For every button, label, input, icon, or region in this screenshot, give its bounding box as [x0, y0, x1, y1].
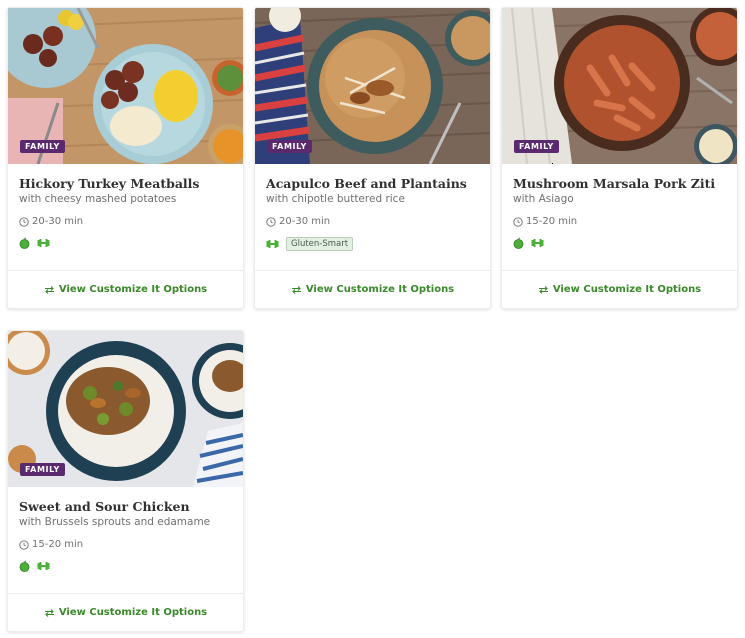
cook-time-label: 15-20 min	[526, 216, 578, 227]
clock-icon	[19, 216, 29, 227]
recipe-subtitle: with Asiago	[513, 193, 574, 205]
recipe-image[interactable]: FAMILY	[502, 8, 737, 164]
recipe-subtitle: with cheesy mashed potatoes	[19, 193, 177, 205]
apple-icon	[19, 560, 30, 572]
dumbbell-icon	[266, 240, 279, 248]
cook-time: 20-30 min	[266, 216, 479, 227]
clock-icon	[513, 216, 523, 227]
recipe-card[interactable]: FAMILY Hickory Turkey Meatballs with che…	[7, 7, 244, 309]
customize-options-link[interactable]: View Customize It Options	[502, 270, 737, 308]
cook-time: 20-30 min	[19, 216, 232, 227]
dumbbell-icon	[37, 562, 50, 570]
family-badge: FAMILY	[20, 140, 65, 153]
recipe-title[interactable]: Hickory Turkey Meatballs	[19, 176, 232, 192]
customize-options-label: View Customize It Options	[58, 284, 208, 295]
swap-arrows-icon	[44, 608, 54, 617]
recipe-card[interactable]: FAMILY Sweet and Sour Chicken with Bruss…	[7, 330, 244, 632]
recipe-title[interactable]: Acapulco Beef and Plantains	[266, 176, 479, 192]
recipe-title[interactable]: Sweet and Sour Chicken	[19, 499, 232, 515]
apple-icon	[513, 237, 524, 249]
recipe-card[interactable]: FAMILY Acapulco Beef and Plantains with …	[254, 7, 491, 309]
customize-options-link[interactable]: View Customize It Options	[8, 593, 243, 631]
family-badge: FAMILY	[20, 463, 65, 476]
recipe-subtitle: with Brussels sprouts and edamame	[19, 516, 211, 528]
recipe-tags: Gluten-Smart	[266, 237, 354, 251]
recipe-title[interactable]: Mushroom Marsala Pork Ziti	[513, 176, 726, 192]
customize-options-label: View Customize It Options	[552, 284, 702, 295]
recipe-image[interactable]: FAMILY	[8, 8, 243, 164]
recipe-subtitle: with chipotle buttered rice	[266, 193, 405, 205]
recipe-card[interactable]: FAMILY Mushroom Marsala Pork Ziti with A…	[501, 7, 738, 309]
recipe-image[interactable]: FAMILY	[255, 8, 490, 164]
recipe-image[interactable]: FAMILY	[8, 331, 243, 487]
dumbbell-icon	[37, 239, 50, 247]
customize-options-label: View Customize It Options	[58, 607, 208, 618]
cook-time: 15-20 min	[19, 539, 232, 550]
customize-options-link[interactable]: View Customize It Options	[255, 270, 490, 308]
apple-icon	[19, 237, 30, 249]
cook-time-label: 20-30 min	[32, 216, 84, 227]
customize-options-label: View Customize It Options	[305, 284, 455, 295]
swap-arrows-icon	[538, 285, 548, 294]
recipe-tags	[19, 560, 50, 572]
recipe-tags	[19, 237, 50, 249]
cook-time-label: 15-20 min	[32, 539, 84, 550]
family-badge: FAMILY	[267, 140, 312, 153]
swap-arrows-icon	[44, 285, 54, 294]
gluten-smart-tag: Gluten-Smart	[286, 237, 354, 251]
family-badge: FAMILY	[514, 140, 559, 153]
clock-icon	[266, 216, 276, 227]
dumbbell-icon	[531, 239, 544, 247]
cook-time-label: 20-30 min	[279, 216, 331, 227]
swap-arrows-icon	[291, 285, 301, 294]
clock-icon	[19, 539, 29, 550]
recipe-tags	[513, 237, 544, 249]
customize-options-link[interactable]: View Customize It Options	[8, 270, 243, 308]
cook-time: 15-20 min	[513, 216, 726, 227]
